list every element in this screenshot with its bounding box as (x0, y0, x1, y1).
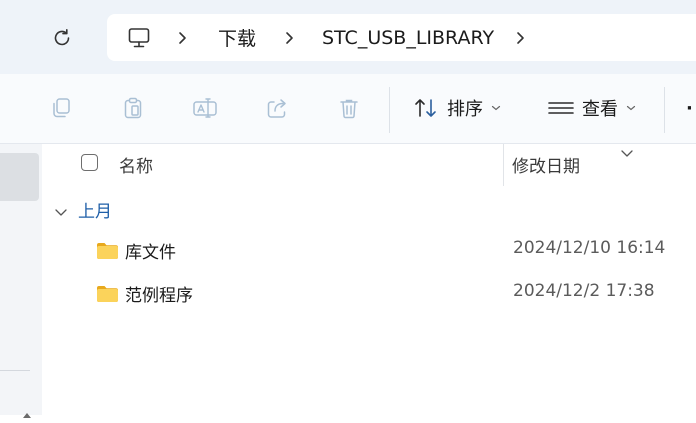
chevron-down-icon (626, 105, 636, 111)
sort-icon (415, 99, 436, 117)
more-dot: · (686, 97, 693, 119)
navigation-bar: 下载 STC_USB_LIBRARY (0, 0, 696, 74)
paste-button[interactable] (116, 91, 150, 125)
group-collapse-toggle[interactable] (54, 203, 68, 222)
folder-icon (96, 242, 119, 264)
breadcrumb-chevron[interactable] (284, 14, 296, 61)
copy-button[interactable] (44, 91, 78, 125)
see-more-button[interactable]: · (686, 88, 693, 128)
file-name: 库文件 (125, 243, 176, 263)
select-all-checkbox[interactable] (81, 154, 98, 171)
chevron-right-icon (286, 31, 293, 44)
refresh-button[interactable] (46, 22, 78, 54)
file-row[interactable]: 库文件 2024/12/10 16:14 (42, 231, 696, 271)
chevron-down-icon (491, 105, 501, 111)
clipboard-icon (124, 97, 142, 119)
sort-label: 排序 (447, 99, 483, 120)
folder-icon (96, 285, 119, 307)
file-name: 范例程序 (125, 286, 193, 306)
file-row[interactable]: 范例程序 2024/12/2 17:38 (42, 274, 696, 314)
command-bar: 排序 查看 · (0, 74, 696, 144)
view-menu-button[interactable]: 查看 (548, 88, 636, 128)
monitor-icon (128, 27, 150, 47)
toolbar-divider (389, 87, 390, 133)
view-label: 查看 (582, 99, 618, 120)
toolbar-divider (664, 87, 665, 133)
nav-divider (0, 370, 30, 371)
chevron-right-icon (179, 31, 186, 44)
file-date: 2024/12/10 16:14 (513, 238, 666, 258)
this-pc-button[interactable] (127, 14, 151, 61)
column-name-header[interactable]: 名称 (119, 152, 153, 177)
share-icon (267, 99, 286, 118)
caret-icon (23, 413, 31, 418)
copy-icon (53, 98, 70, 118)
rename-icon (193, 98, 217, 118)
breadcrumb-current-folder[interactable]: STC_USB_LIBRARY (322, 14, 494, 61)
group-header-last-month[interactable]: 上月 (42, 196, 342, 224)
share-button[interactable] (260, 91, 294, 125)
file-date: 2024/12/2 17:38 (513, 281, 655, 301)
group-label: 上月 (78, 202, 112, 222)
sort-menu-button[interactable]: 排序 (413, 88, 501, 128)
nav-expander[interactable] (22, 404, 32, 423)
breadcrumb-downloads[interactable]: 下载 (218, 14, 256, 61)
refresh-icon (54, 29, 70, 46)
file-list: 名称 修改日期 上月 库文件 2024/12/10 16:14 范例程序 202… (42, 144, 696, 415)
trash-icon (340, 99, 358, 119)
column-divider[interactable] (503, 144, 504, 186)
rename-button[interactable] (188, 91, 222, 125)
navigation-pane (0, 144, 42, 418)
chevron-right-icon (517, 31, 524, 44)
address-bar[interactable]: 下载 STC_USB_LIBRARY (107, 14, 696, 61)
delete-button[interactable] (332, 91, 366, 125)
column-header: 名称 修改日期 (42, 144, 696, 186)
chevron-down-icon (55, 209, 67, 216)
column-date-header[interactable]: 修改日期 (512, 152, 580, 177)
breadcrumb-chevron[interactable] (515, 14, 527, 61)
breadcrumb-chevron[interactable] (177, 14, 189, 61)
list-view-icon (548, 102, 574, 114)
nav-item-selected[interactable] (0, 153, 39, 201)
chevron-down-icon (621, 150, 633, 157)
sort-indicator (620, 144, 634, 163)
